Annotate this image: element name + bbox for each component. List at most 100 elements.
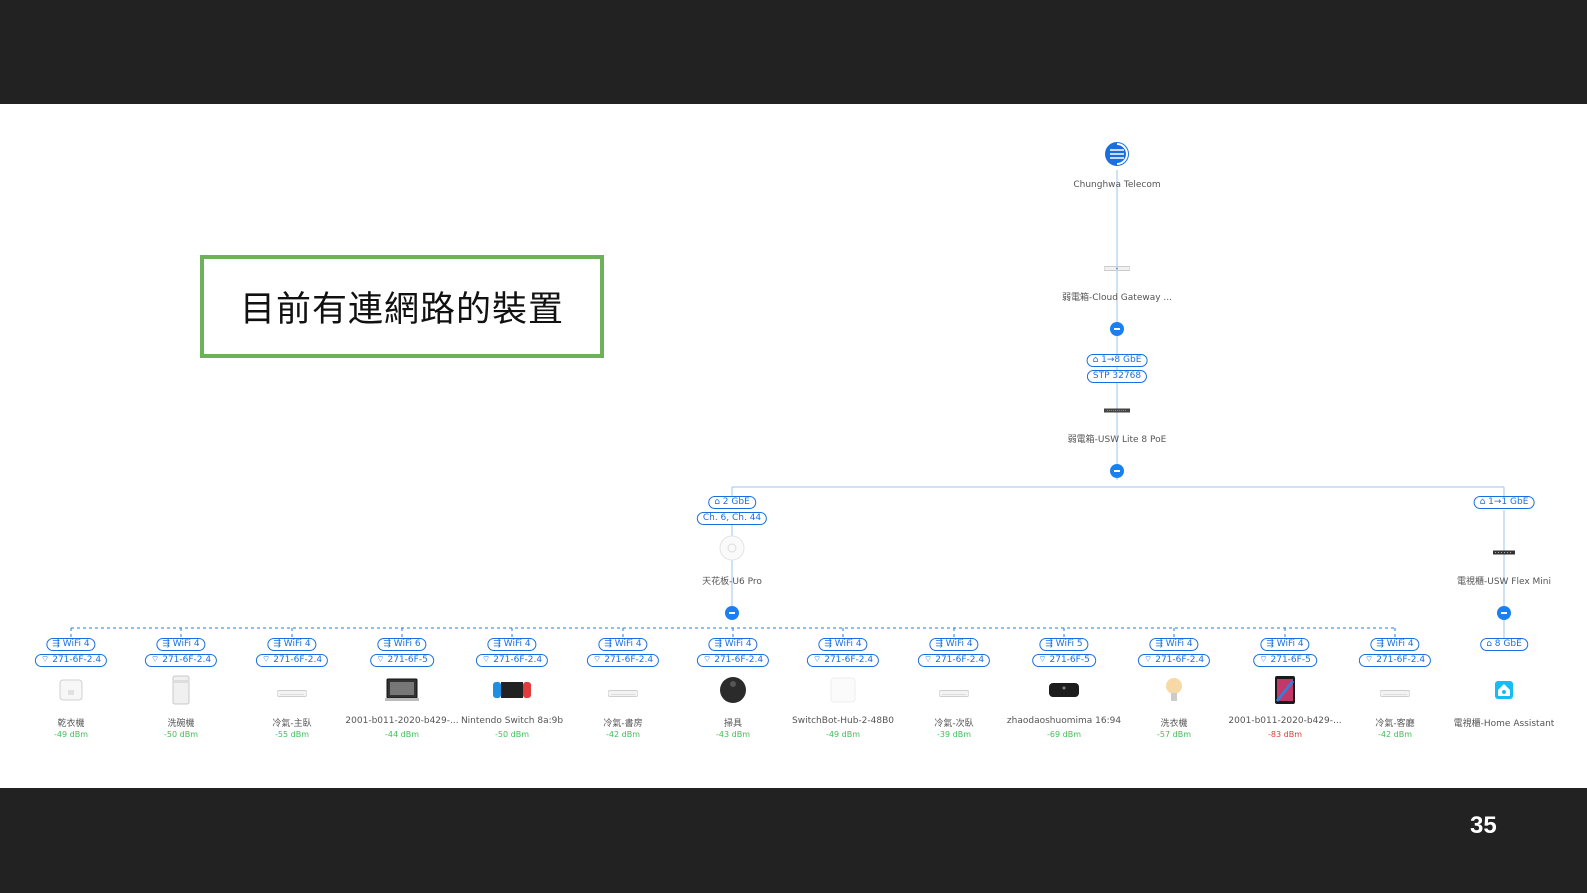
client-wifi-badge: ⇶ WiFi 6 [377, 638, 427, 651]
client-ssid-badge: ⌔ 271-6F-5 [370, 654, 434, 667]
air-conditioner-icon [1379, 690, 1411, 697]
gateway-device[interactable] [1103, 257, 1131, 276]
client-wifi-badge: ⇶ WiFi 4 [1260, 638, 1310, 651]
client-wifi-badge: ⇶ WiFi 4 [1149, 638, 1199, 651]
client-ssid-badge: ⌔ 271-6F-2.4 [475, 654, 549, 667]
client-ssid-badge: ⌔ 271-6F-5 [1253, 654, 1317, 667]
gateway-port-badge: ⌂ 1→8 GbE [1086, 354, 1148, 367]
client-signal: -50 dBm [495, 730, 529, 739]
robot-vacuum-icon [720, 677, 746, 703]
switch-icon [1104, 408, 1130, 413]
client-name[interactable]: Nintendo Switch 8a:9b [461, 716, 563, 726]
access-point-icon [719, 535, 745, 561]
client-device-8[interactable] [938, 683, 970, 702]
dishwasher-icon [172, 675, 190, 705]
client-name[interactable]: 乾衣機 [57, 716, 84, 729]
client-device-6[interactable] [719, 676, 747, 708]
client-ssid-badge: ⌔ 271-6F-2.4 [255, 654, 329, 667]
light-bulb-icon [1166, 678, 1182, 701]
client-wifi-badge: ⇶ WiFi 4 [708, 638, 758, 651]
client-signal: -44 dBm [385, 730, 419, 739]
client-device-5[interactable] [607, 683, 639, 702]
client-signal: -43 dBm [716, 730, 750, 739]
client-name[interactable]: zhaodaoshuomima 16:94 [1007, 716, 1121, 726]
client-signal: -83 dBm [1268, 730, 1302, 739]
client-signal: -49 dBm [54, 730, 88, 739]
client-signal: -57 dBm [1157, 730, 1191, 739]
laptop-icon [385, 678, 419, 701]
isp-label: Chunghwa Telecom [1073, 180, 1161, 190]
client-signal: -50 dBm [164, 730, 198, 739]
topology-lines [70, 170, 1505, 638]
client-ssid-badge: ⌔ 271-6F-5 [1032, 654, 1096, 667]
mini-switch-icon [1493, 550, 1515, 555]
isp-logo[interactable] [1104, 140, 1130, 172]
client-wifi-badge: ⇶ WiFi 4 [598, 638, 648, 651]
client-device-9[interactable] [1049, 681, 1079, 703]
chunghwa-logo-icon [1105, 142, 1129, 166]
game-console-icon [493, 682, 531, 698]
client-name[interactable]: 2001-b011-2020-b429-... [1228, 716, 1341, 726]
client-device-10[interactable] [1165, 676, 1183, 708]
client-device-11[interactable] [1274, 675, 1296, 709]
client-name[interactable]: 掃具 [724, 716, 742, 729]
switch-device[interactable] [1104, 399, 1130, 418]
flex-port-badge: ⌂ 1→1 GbE [1473, 496, 1535, 509]
client-device-0[interactable] [59, 679, 83, 705]
client-device-7[interactable] [830, 677, 856, 707]
client-ssid-badge: ⌔ 271-6F-2.4 [696, 654, 770, 667]
wired-port-badge: ⌂ 8 GbE [1480, 638, 1528, 651]
client-device-3[interactable] [385, 678, 419, 706]
client-device-1[interactable] [171, 675, 191, 709]
air-conditioner-icon [276, 690, 308, 697]
wired-client-name[interactable]: 電視櫃-Home Assistant [1454, 716, 1555, 729]
client-ssid-badge: ⌔ 271-6F-2.4 [917, 654, 991, 667]
client-name[interactable]: 洗碗機 [167, 716, 194, 729]
dryer-icon [59, 679, 83, 701]
tablet-icon [1275, 676, 1295, 704]
client-name[interactable]: SwitchBot-Hub-2-48B0 [792, 716, 894, 726]
ap-label: 天花板-U6 Pro [702, 577, 762, 587]
gateway-icon [1103, 266, 1131, 271]
client-wifi-badge: ⇶ WiFi 4 [818, 638, 868, 651]
flex-collapse-button[interactable] [1497, 606, 1511, 620]
client-name[interactable]: 冷氣-書房 [603, 716, 642, 729]
client-signal: -49 dBm [826, 730, 860, 739]
switch-collapse-button[interactable] [1110, 464, 1124, 478]
client-ssid-badge: ⌔ 271-6F-2.4 [144, 654, 218, 667]
switch-label: 弱電箱-USW Lite 8 PoE [1067, 435, 1167, 445]
client-wifi-badge: ⇶ WiFi 4 [929, 638, 979, 651]
gateway-stp-badge: STP 32768 [1086, 370, 1148, 383]
client-wifi-badge: ⇶ WiFi 4 [156, 638, 206, 651]
gateway-label: 弱電箱-Cloud Gateway ... [1061, 293, 1173, 303]
gateway-collapse-button[interactable] [1110, 322, 1124, 336]
client-ssid-badge: ⌔ 271-6F-2.4 [34, 654, 108, 667]
client-device-4[interactable] [493, 681, 531, 703]
client-name[interactable]: 2001-b011-2020-b429-... [345, 716, 458, 726]
client-wifi-badge: ⇶ WiFi 4 [487, 638, 537, 651]
client-name[interactable]: 冷氣-客廳 [1375, 716, 1414, 729]
client-signal: -39 dBm [937, 730, 971, 739]
ap-collapse-button[interactable] [725, 606, 739, 620]
wired-client-device[interactable] [1495, 681, 1513, 703]
client-device-12[interactable] [1379, 683, 1411, 702]
client-signal: -69 dBm [1047, 730, 1081, 739]
client-name[interactable]: 冷氣-次臥 [934, 716, 973, 729]
client-ssid-badge: ⌔ 271-6F-2.4 [586, 654, 660, 667]
client-signal: -42 dBm [606, 730, 640, 739]
smart-hub-icon [830, 677, 856, 703]
client-ssid-badge: ⌔ 271-6F-2.4 [1137, 654, 1211, 667]
client-wifi-badge: ⇶ WiFi 4 [1370, 638, 1420, 651]
client-wifi-badge: ⇶ WiFi 5 [1039, 638, 1089, 651]
ap-channel-badge: Ch. 6, Ch. 44 [696, 512, 768, 525]
home-assistant-icon [1495, 681, 1513, 699]
client-signal: -42 dBm [1378, 730, 1412, 739]
apple-tv-icon [1049, 683, 1079, 697]
client-device-2[interactable] [276, 683, 308, 702]
client-ssid-badge: ⌔ 271-6F-2.4 [806, 654, 880, 667]
flex-device[interactable] [1493, 541, 1515, 560]
client-name[interactable]: 洗衣機 [1160, 716, 1187, 729]
client-name[interactable]: 冷氣-主臥 [272, 716, 311, 729]
ap-device[interactable] [719, 535, 745, 565]
client-wifi-badge: ⇶ WiFi 4 [267, 638, 317, 651]
